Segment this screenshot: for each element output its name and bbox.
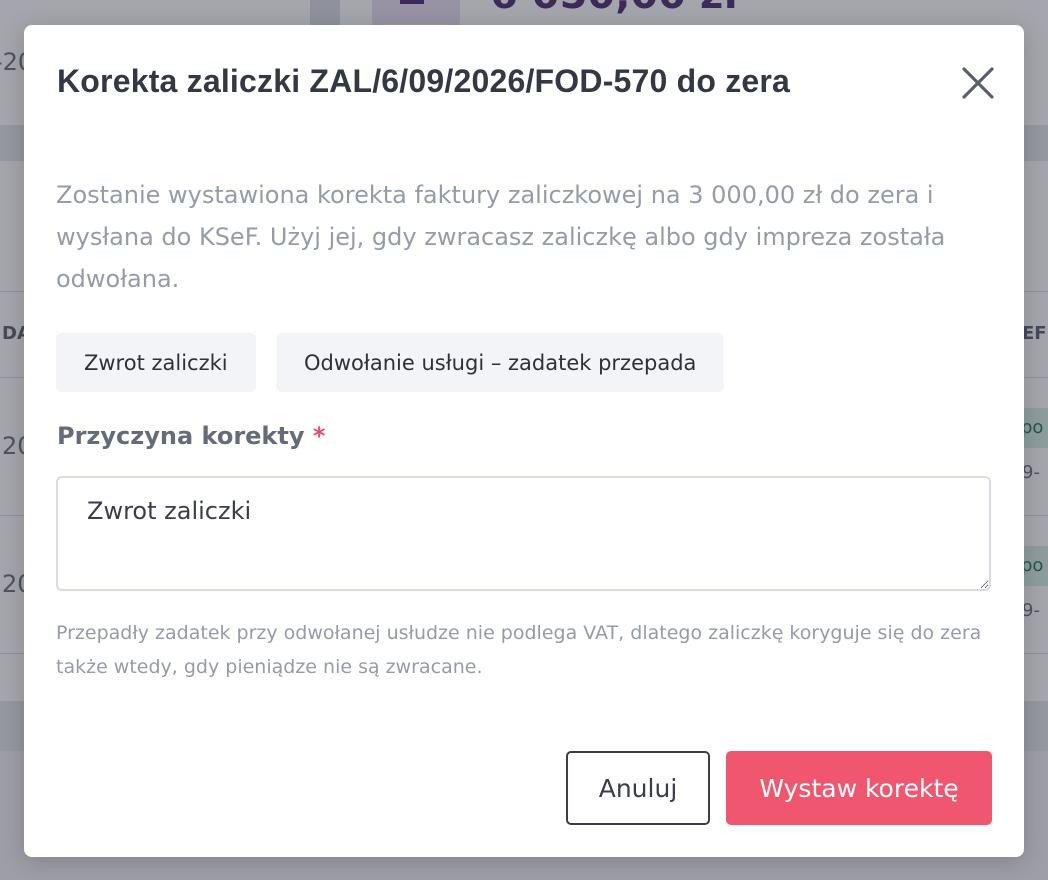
reason-field-label: Przyczyna korekty * — [57, 422, 325, 450]
help-text: Przepadły zadatek przy odwołanej usłudze… — [56, 622, 982, 678]
cancel-button[interactable]: Anuluj — [566, 751, 710, 825]
required-mark: * — [312, 422, 326, 450]
submit-correction-button[interactable]: Wystaw korektę — [726, 751, 992, 825]
correction-modal: Korekta zaliczki ZAL/6/09/2026/FOD-570 d… — [24, 25, 1024, 857]
close-button[interactable] — [956, 61, 1000, 105]
close-icon — [962, 67, 994, 99]
modal-title: Korekta zaliczki ZAL/6/09/2026/FOD-570 d… — [57, 63, 791, 99]
reason-label-text: Przyczyna korekty — [57, 422, 305, 450]
quick-reason-refund[interactable]: Zwrot zaliczki — [56, 333, 256, 392]
reason-textarea[interactable]: Zwrot zaliczki — [56, 476, 991, 591]
quick-reason-cancellation[interactable]: Odwołanie usługi – zadatek przepada — [276, 333, 725, 392]
modal-description: Zostanie wystawiona korekta faktury zali… — [56, 181, 946, 293]
